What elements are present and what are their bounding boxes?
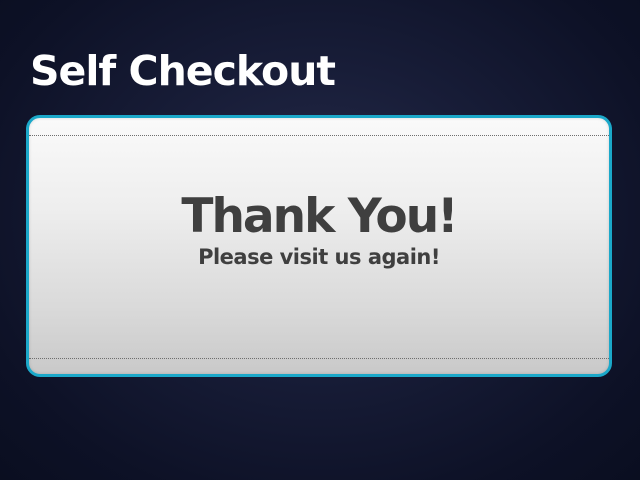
bottom-divider xyxy=(29,358,609,359)
thank-you-heading: Thank You! xyxy=(181,189,458,244)
top-divider xyxy=(29,135,609,136)
page-title: Self Checkout xyxy=(30,47,336,95)
thank-you-panel: Thank You! Please visit us again! xyxy=(26,115,612,377)
visit-again-message: Please visit us again! xyxy=(198,245,440,269)
